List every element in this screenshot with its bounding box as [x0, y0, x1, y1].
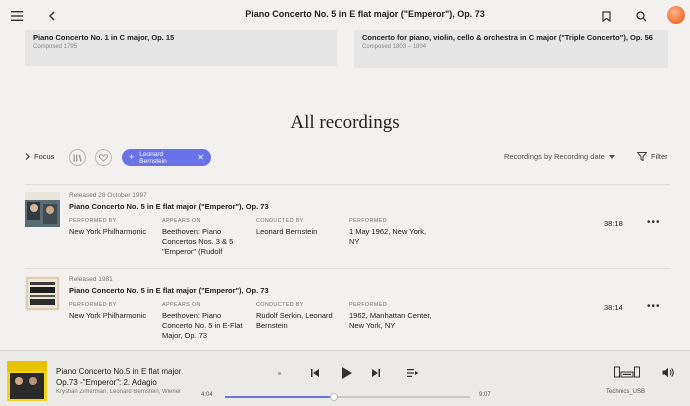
performed-value: 1 May 1962, New York, NY	[349, 227, 427, 246]
column-header: CONDUCTED BY	[256, 218, 304, 224]
performed-column: PERFORMED 1962, Manhattan Center, New Yo…	[349, 302, 439, 331]
avatar[interactable]	[667, 6, 685, 24]
top-bar: Piano Concerto No. 5 in E flat major ("E…	[0, 0, 690, 32]
album-value[interactable]: Beethoven: Piano Concerto No. 5 in E-Fla…	[162, 311, 244, 341]
library-filter-button[interactable]	[69, 149, 86, 166]
recording-row[interactable]: Released 1981 Piano Concerto No. 5 in E …	[25, 274, 665, 354]
card-subtitle: Composed 1795	[33, 44, 78, 50]
more-options-icon[interactable]: •••	[647, 217, 661, 228]
conductor-value[interactable]: Leonard Bernstein	[256, 227, 341, 237]
card-title: Concerto for piano, violin, cello & orch…	[362, 33, 653, 42]
performed-by-column: PERFORMED BY New York Philharmonic	[69, 302, 149, 321]
more-options-icon[interactable]: •••	[647, 301, 661, 312]
column-header: PERFORMED BY	[69, 302, 117, 308]
queue-icon[interactable]	[406, 366, 420, 380]
performer-value[interactable]: New York Philharmonic	[69, 311, 149, 321]
column-header: PERFORMED	[349, 218, 387, 224]
composition-card-2[interactable]: Concerto for piano, violin, cello & orch…	[354, 30, 668, 68]
divider	[25, 184, 670, 185]
filter-button[interactable]: Filter	[637, 152, 668, 161]
performed-value: 1962, Manhattan Center, New York, NY	[349, 311, 432, 330]
play-icon[interactable]	[337, 364, 355, 382]
column-header: APPEARS ON	[162, 302, 201, 308]
album-cover[interactable]	[25, 192, 60, 227]
now-playing-title[interactable]: Piano Concerto No.5 in E flat major Op.7…	[56, 366, 198, 388]
bookmark-icon[interactable]	[598, 8, 614, 24]
album-value[interactable]: Beethoven: Piano Concertos Nos. 3 & 5 "E…	[162, 227, 250, 257]
total-time: 9:07	[479, 392, 491, 398]
previous-track-icon[interactable]	[308, 366, 322, 380]
seek-bar-fill	[225, 396, 335, 398]
heart-icon	[99, 153, 108, 162]
chevron-right-icon	[25, 153, 30, 160]
chip-label: Leonard Bernstein	[139, 150, 167, 165]
caret-down-icon	[608, 154, 615, 159]
favorite-filter-button[interactable]	[95, 149, 112, 166]
appears-on-column: APPEARS ON Beethoven: Piano Concertos No…	[162, 218, 250, 257]
recording-title[interactable]: Piano Concerto No. 5 in E flat major ("E…	[69, 202, 269, 211]
next-track-icon[interactable]	[369, 366, 383, 380]
column-header: CONDUCTED BY	[256, 302, 304, 308]
release-date: Released 28 October 1997	[69, 192, 147, 199]
sort-label: Recordings by Recording date	[504, 152, 605, 161]
section-heading: All recordings	[290, 112, 400, 133]
now-playing-bar: Piano Concerto No.5 in E flat major Op.7…	[0, 350, 690, 406]
page-title: Piano Concerto No. 5 in E flat major ("E…	[245, 9, 485, 19]
search-icon[interactable]	[633, 8, 649, 24]
duration: 38:18	[604, 219, 623, 228]
conducted-by-column: CONDUCTED BY Leonard Bernstein	[256, 218, 341, 237]
chevron-left-icon[interactable]	[44, 8, 60, 24]
filter-icon	[637, 152, 647, 161]
column-header: PERFORMED	[349, 302, 387, 308]
close-icon[interactable]: ✕	[197, 153, 204, 162]
audio-device-label[interactable]: Technics_USB	[606, 389, 645, 395]
appears-on-column: APPEARS ON Beethoven: Piano Concerto No.…	[162, 302, 244, 341]
sort-dropdown[interactable]: Recordings by Recording date	[504, 152, 615, 161]
card-subtitle: Composed 1803 – 1804	[362, 44, 427, 50]
plus-icon: +	[129, 152, 135, 162]
conducted-by-column: CONDUCTED BY Rudolf Serkin, Leonard Bern…	[256, 302, 338, 331]
seek-bar[interactable]	[225, 393, 470, 401]
duration: 38:14	[604, 303, 623, 312]
audio-device-icon[interactable]	[614, 363, 640, 379]
divider	[25, 268, 670, 269]
now-playing-artist[interactable]: Krystian Zimerman, Leonard Bernstein, Wi…	[56, 389, 191, 395]
recording-title[interactable]: Piano Concerto No. 5 in E flat major ("E…	[69, 286, 269, 295]
hamburger-icon[interactable]	[9, 8, 25, 24]
card-title: Piano Concerto No. 1 in C major, Op. 15	[33, 33, 175, 42]
column-header: PERFORMED BY	[69, 218, 117, 224]
conductor-value[interactable]: Rudolf Serkin, Leonard Bernstein	[256, 311, 338, 331]
library-icon	[73, 154, 82, 162]
performer-value[interactable]: New York Philharmonic	[69, 227, 149, 237]
performed-column: PERFORMED 1 May 1962, New York, NY	[349, 218, 429, 247]
seek-bar-handle[interactable]	[330, 393, 339, 401]
filter-chip-conductor[interactable]: + Leonard Bernstein ✕	[122, 149, 211, 166]
release-date: Released 1981	[69, 276, 113, 283]
performed-by-column: PERFORMED BY New York Philharmonic	[69, 218, 149, 237]
column-header: APPEARS ON	[162, 218, 201, 224]
focus-label: Focus	[34, 152, 55, 161]
composition-card-1[interactable]: Piano Concerto No. 1 in C major, Op. 15 …	[25, 30, 337, 66]
now-playing-cover[interactable]	[7, 361, 47, 401]
album-cover[interactable]	[25, 276, 60, 311]
filter-label: Filter	[651, 152, 668, 161]
focus-toggle[interactable]: Focus	[25, 152, 54, 161]
recording-row[interactable]: Released 28 October 1997 Piano Concerto …	[25, 190, 665, 270]
volume-icon[interactable]	[661, 365, 675, 379]
shuffle-dot-icon[interactable]	[274, 368, 284, 378]
elapsed-time: 4:04	[201, 392, 213, 398]
